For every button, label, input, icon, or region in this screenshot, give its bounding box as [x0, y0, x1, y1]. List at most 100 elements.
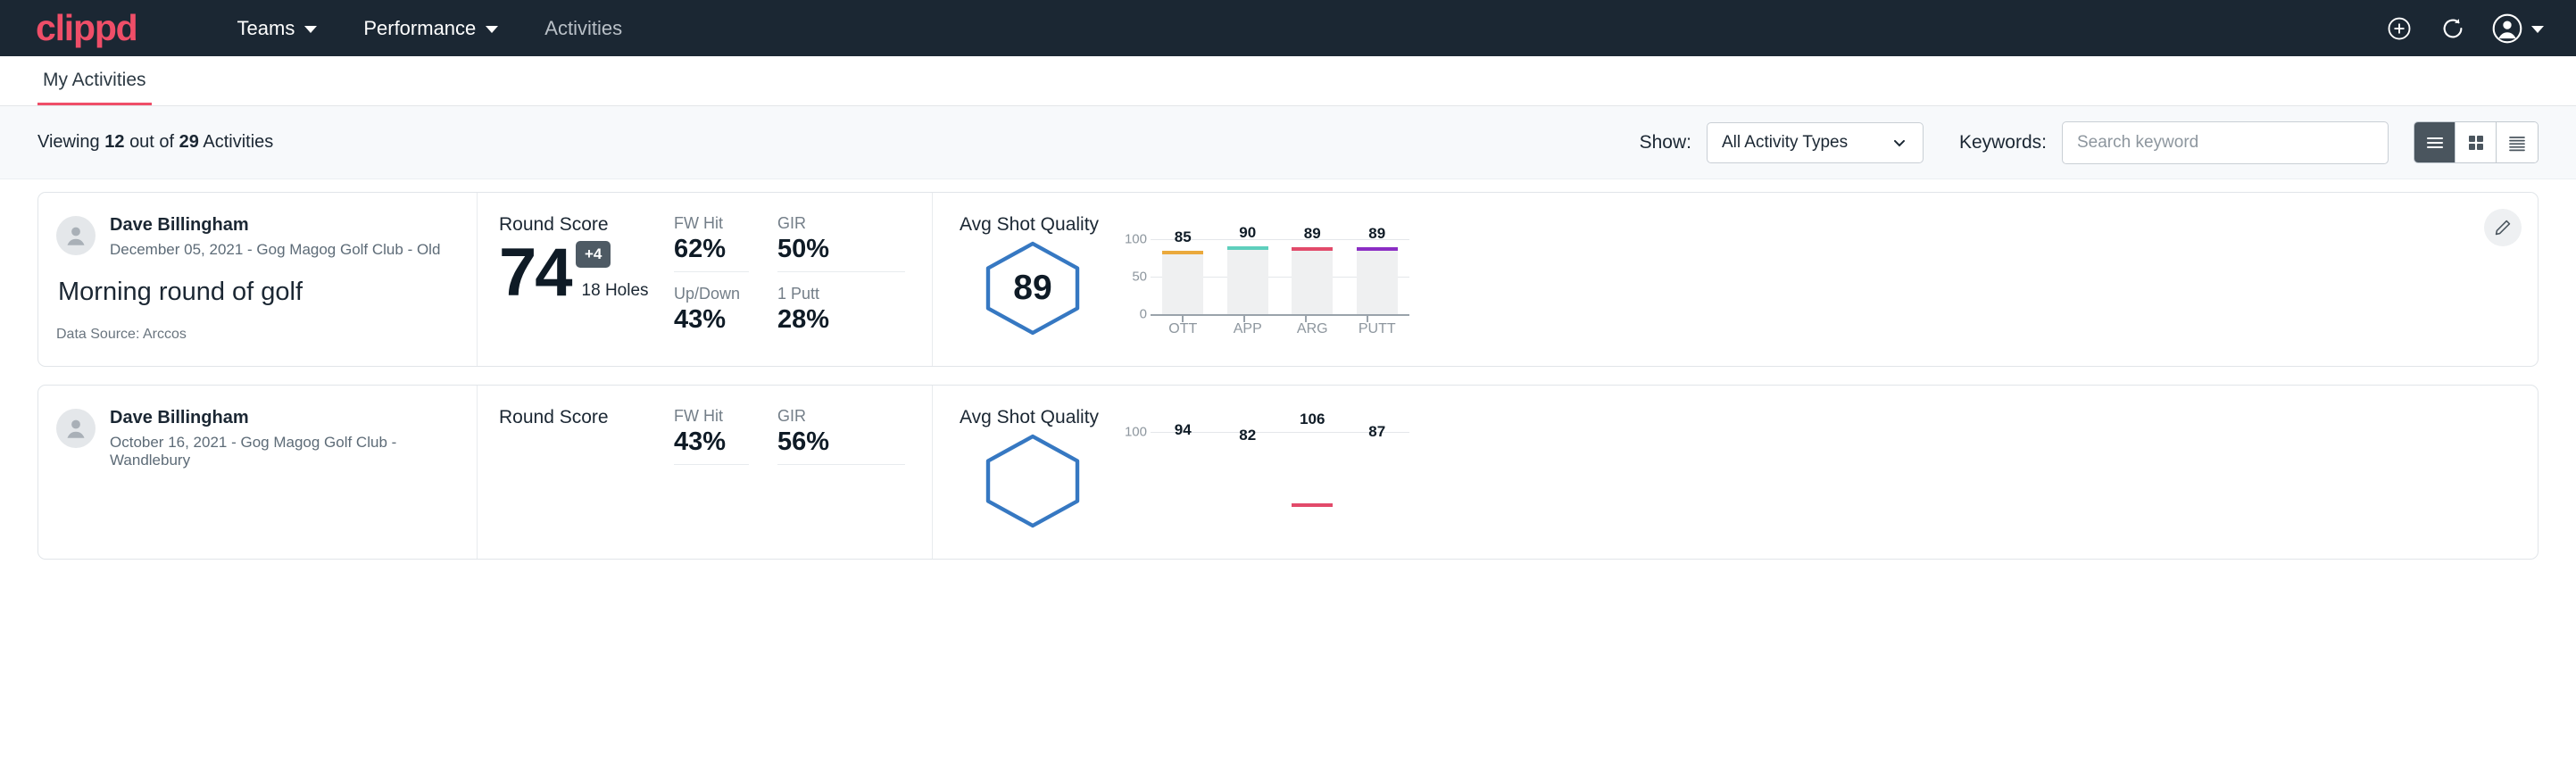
round-stats: FW Hit 43% GIR 56% [674, 386, 933, 559]
stat-up-down-label: Up/Down [674, 285, 749, 303]
bar-putt: 87 [1357, 432, 1398, 507]
stat-up-down-value: 43% [674, 305, 749, 335]
tab-my-activities[interactable]: My Activities [37, 70, 152, 105]
chevron-down-icon [1890, 134, 1908, 152]
activity-card[interactable]: Dave Billingham October 16, 2021 - Gog M… [37, 385, 2539, 560]
top-navigation-bar: clippd Teams Performance Activities [0, 0, 2576, 56]
chart-x-axis: OTT APP ARG PUTT [1151, 321, 1409, 337]
round-score-label: Round Score [499, 407, 674, 428]
clippd-logo[interactable]: clippd [36, 10, 137, 46]
chart-bars: 94 82 106 87 [1151, 432, 1409, 507]
refresh-icon[interactable] [2438, 13, 2468, 44]
bar-app-cap [1227, 246, 1268, 250]
viewing-count: 12 [104, 132, 124, 152]
bar-ott-value: 85 [1162, 228, 1203, 246]
stat-fw-hit-label: FW Hit [674, 214, 749, 233]
bar-arg-value: 89 [1292, 225, 1333, 243]
list-view-button[interactable] [2414, 122, 2456, 162]
bar-app: 82 [1227, 432, 1268, 507]
x-label-ott: OTT [1162, 321, 1203, 337]
nav-item-activities[interactable]: Activities [521, 17, 645, 40]
edit-activity-button[interactable] [2484, 209, 2522, 246]
activities-list: Dave Billingham December 05, 2021 - Gog … [0, 179, 2576, 560]
viewing-summary: Viewing 12 out of 29 Activities [37, 132, 273, 153]
grid-view-button[interactable] [2456, 122, 2497, 162]
person-icon [62, 222, 89, 249]
activity-type-select[interactable]: All Activity Types [1707, 122, 1924, 163]
bar-putt-rect [1357, 247, 1398, 314]
chevron-down-icon [304, 26, 317, 33]
bar-app-value: 82 [1227, 427, 1268, 444]
holes-label: 18 Holes [582, 281, 649, 305]
avg-shot-quality-section: Avg Shot Quality 100 94 [933, 386, 2538, 559]
show-label: Show: [1640, 132, 1691, 154]
round-score-section: Round Score [478, 386, 674, 559]
activity-type-select-value: All Activity Types [1722, 133, 1890, 153]
pencil-icon [2493, 218, 2513, 237]
person-icon [62, 415, 89, 442]
viewing-total: 29 [179, 132, 199, 152]
stat-gir: GIR 56% [777, 407, 905, 465]
chart-bars: 85 90 89 [1151, 239, 1409, 314]
quality-score-value [979, 432, 1086, 530]
stat-one-putt-label: 1 Putt [777, 285, 905, 303]
bar-putt-cap [1357, 247, 1398, 251]
compact-view-button[interactable] [2497, 122, 2538, 162]
round-score-label: Round Score [499, 214, 674, 236]
round-score-value: 74 [499, 241, 571, 305]
stat-fw-hit-value: 43% [674, 427, 749, 457]
x-label-putt: PUTT [1357, 321, 1398, 337]
search-input-placeholder: Search keyword [2077, 133, 2198, 153]
x-axis-line [1151, 314, 1409, 316]
avatar [56, 409, 96, 448]
bar-arg-rect [1292, 503, 1333, 507]
bar-putt: 89 [1357, 239, 1398, 314]
grid-icon [2465, 132, 2487, 154]
bar-putt-value: 87 [1357, 423, 1398, 441]
bar-putt-value: 89 [1357, 225, 1398, 243]
nav-item-activities-label: Activities [544, 17, 622, 40]
nav-item-teams[interactable]: Teams [214, 17, 341, 40]
stat-gir: GIR 50% [777, 214, 905, 272]
avg-shot-quality-body: 89 100 50 0 85 [960, 239, 2538, 339]
activity-meta: December 05, 2021 - Gog Magog Golf Club … [110, 241, 440, 259]
x-label-app: APP [1227, 321, 1268, 337]
bar-arg-cap [1292, 503, 1333, 507]
stat-one-putt-value: 28% [777, 305, 905, 335]
activity-info: Dave Billingham December 05, 2021 - Gog … [38, 193, 478, 366]
activity-card[interactable]: Dave Billingham December 05, 2021 - Gog … [37, 192, 2539, 367]
activity-meta: October 16, 2021 - Gog Magog Golf Club -… [110, 434, 477, 469]
shot-quality-chart: 100 94 82 106 [1151, 432, 1409, 532]
stat-one-putt: 1 Putt 28% [777, 285, 905, 342]
add-icon[interactable] [2384, 13, 2414, 44]
bar-ott-rect [1162, 251, 1203, 314]
account-avatar[interactable] [2491, 12, 2544, 45]
y-tick-50: 50 [1132, 270, 1147, 285]
round-score-row: 74 +4 18 Holes [499, 241, 674, 305]
compact-list-icon [2506, 132, 2528, 154]
activity-title: Morning round of golf [58, 278, 477, 307]
viewing-prefix: Viewing [37, 132, 100, 152]
player-row: Dave Billingham October 16, 2021 - Gog M… [56, 407, 477, 469]
activity-info: Dave Billingham October 16, 2021 - Gog M… [38, 386, 478, 559]
stat-gir-label: GIR [777, 214, 905, 233]
nav-item-performance[interactable]: Performance [340, 17, 521, 40]
search-input[interactable]: Search keyword [2062, 121, 2389, 164]
stat-fw-hit-label: FW Hit [674, 407, 749, 426]
primary-nav: Teams Performance Activities [214, 17, 646, 40]
view-mode-toggle [2414, 121, 2539, 163]
bar-arg-cap [1292, 247, 1333, 251]
sub-navigation: My Activities [0, 56, 2576, 106]
bar-ott: 94 [1162, 432, 1203, 507]
nav-item-performance-label: Performance [363, 17, 476, 40]
quality-score-value: 89 [979, 239, 1086, 337]
list-icon [2424, 132, 2446, 154]
round-score-section: Round Score 74 +4 18 Holes [478, 193, 674, 366]
stat-fw-hit-value: 62% [674, 235, 749, 264]
bar-arg: 89 [1292, 239, 1333, 314]
bar-app-value: 90 [1227, 224, 1268, 242]
data-source-label: Data Source: Arccos [56, 327, 187, 343]
bar-arg: 106 [1292, 432, 1333, 507]
avatar [56, 216, 96, 255]
chart-y-axis: 100 50 0 [1118, 239, 1147, 314]
